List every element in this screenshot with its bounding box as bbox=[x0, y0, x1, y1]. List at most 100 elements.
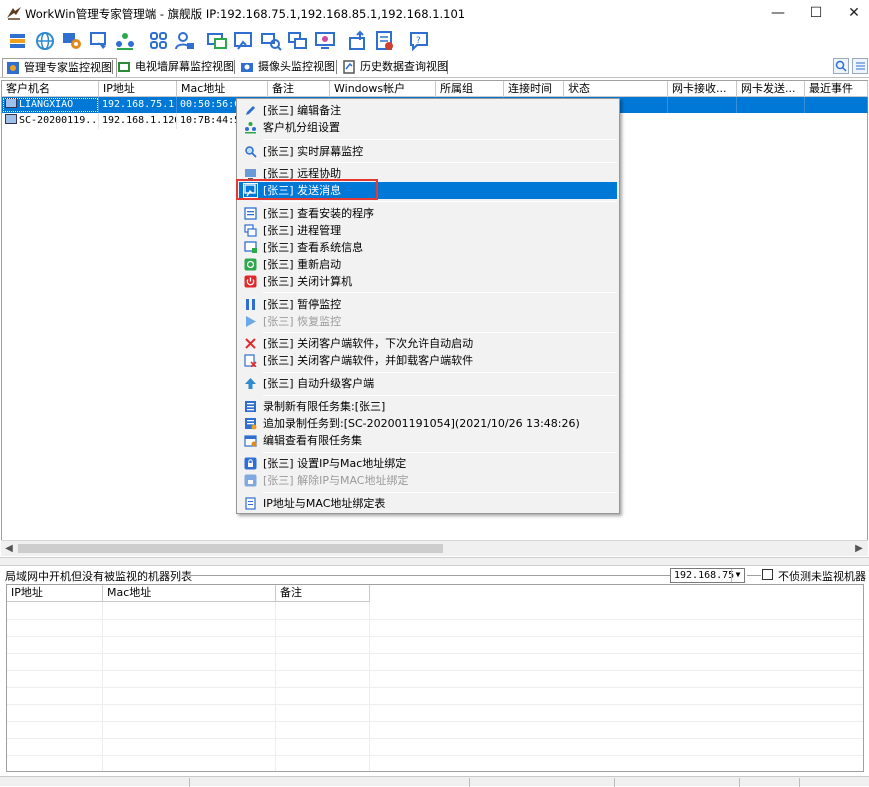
ip-cell: 192.168.1.120 bbox=[99, 113, 177, 129]
menu-item-send-message[interactable]: [张三] 发送消息 bbox=[239, 182, 617, 199]
remote-desktop-icon[interactable] bbox=[206, 30, 228, 52]
user-lock-icon[interactable] bbox=[174, 30, 196, 52]
menu-separator bbox=[263, 201, 617, 202]
computer-icon bbox=[5, 114, 17, 124]
col-header[interactable]: 所属组 bbox=[436, 81, 504, 97]
menu-separator bbox=[263, 452, 617, 453]
pause-icon bbox=[244, 298, 257, 311]
menu-item-auto-upgrade[interactable]: [张三] 自动升级客户端 bbox=[239, 375, 617, 392]
menu-item-process-manager[interactable]: [张三] 进程管理 bbox=[239, 222, 617, 239]
globe-icon[interactable] bbox=[34, 30, 56, 52]
divider bbox=[182, 575, 670, 576]
toolbar-separator bbox=[401, 31, 402, 51]
window-copy-icon[interactable] bbox=[287, 30, 309, 52]
client-name-cell: SC-20200119... bbox=[2, 113, 99, 129]
grid-horizontal-scrollbar[interactable]: ◀ ▶ bbox=[1, 540, 868, 556]
no-detect-checkbox[interactable] bbox=[762, 569, 773, 580]
menu-item-resume-monitor[interactable]: [张三] 恢复监控 bbox=[239, 313, 617, 330]
col-header[interactable]: 连接时间 bbox=[504, 81, 564, 97]
close-x-icon bbox=[244, 337, 257, 350]
stack-icon[interactable] bbox=[7, 30, 29, 52]
nic-send-cell bbox=[737, 97, 805, 113]
tab-tv-wall-view[interactable]: 电视墙屏幕监控视图 bbox=[114, 58, 238, 77]
search-computer-icon[interactable] bbox=[260, 30, 282, 52]
menu-item-edit-note[interactable]: [张三] 编辑备注 bbox=[239, 102, 617, 119]
grid-line bbox=[7, 619, 863, 620]
programs-icon bbox=[244, 207, 257, 220]
send-message-icon bbox=[243, 183, 258, 198]
menu-item-restart[interactable]: [张三] 重新启动 bbox=[239, 256, 617, 273]
tab-manager-monitor-view[interactable]: 管理专家监控视图 bbox=[2, 58, 117, 77]
col-header[interactable]: Mac地址 bbox=[177, 81, 268, 97]
minimize-button[interactable]: — bbox=[760, 0, 796, 26]
table-icon bbox=[244, 497, 257, 510]
col-header[interactable]: IP地址 bbox=[7, 585, 103, 602]
menu-item-bind-ip-mac[interactable]: [张三] 设置IP与Mac地址绑定 bbox=[239, 455, 617, 472]
system-info-icon bbox=[244, 241, 257, 254]
scrollbar-thumb[interactable] bbox=[18, 544, 443, 553]
group-icon bbox=[244, 121, 257, 134]
col-header[interactable]: 网卡发送... bbox=[737, 81, 805, 97]
list-view-icon[interactable] bbox=[852, 58, 868, 74]
grid-icon[interactable] bbox=[148, 30, 170, 52]
menu-item-edit-task-set[interactable]: 编辑查看有限任务集 bbox=[239, 432, 617, 449]
view-tabs: 管理专家监控视图 电视墙屏幕监控视图 摄像头监控视图 历史数据查询视图 bbox=[0, 56, 869, 78]
menu-item-remote-assist[interactable]: [张三] 远程协助 bbox=[239, 165, 617, 182]
menu-item-group-settings[interactable]: 客户机分组设置 bbox=[239, 119, 617, 136]
menu-item-record-task[interactable]: 录制新有限任务集:[张三] bbox=[239, 398, 617, 415]
col-header[interactable]: 网卡接收... bbox=[668, 81, 737, 97]
menu-item-uninstall-client[interactable]: [张三] 关闭客户端软件，并卸载客户端软件 bbox=[239, 352, 617, 369]
menu-item-unbind-ip-mac[interactable]: [张三] 解除IP与MAC地址绑定 bbox=[239, 472, 617, 489]
grid-line bbox=[7, 636, 863, 637]
col-header[interactable]: Mac地址 bbox=[103, 585, 276, 602]
tab-divider bbox=[336, 60, 337, 74]
search-icon[interactable] bbox=[833, 58, 849, 74]
unlock-icon bbox=[244, 474, 257, 487]
scroll-right-icon[interactable]: ▶ bbox=[851, 541, 867, 557]
chat-help-icon[interactable]: ? bbox=[408, 30, 430, 52]
users-settings-icon[interactable] bbox=[61, 30, 83, 52]
tab-divider bbox=[234, 60, 235, 74]
menu-item-shutdown[interactable]: [张三] 关闭计算机 bbox=[239, 273, 617, 290]
upload-icon[interactable] bbox=[347, 30, 369, 52]
camera-icon bbox=[240, 60, 254, 74]
menu-item-pause-monitor[interactable]: [张三] 暂停监控 bbox=[239, 296, 617, 313]
monitor-icon[interactable] bbox=[314, 30, 336, 52]
maximize-button[interactable]: ☐ bbox=[798, 0, 834, 26]
screen-monitor-icon[interactable] bbox=[88, 30, 110, 52]
toolbar-separator bbox=[340, 31, 341, 51]
col-header[interactable]: Windows帐户 bbox=[330, 81, 436, 97]
tab-camera-view[interactable]: 摄像头监控视图 bbox=[237, 58, 339, 77]
no-detect-label: 不侦测未监视机器 bbox=[778, 570, 866, 583]
scroll-left-icon[interactable]: ◀ bbox=[1, 541, 17, 557]
grid-header: 客户机名 IP地址 Mac地址 备注 Windows帐户 所属组 连接时间 状态… bbox=[2, 81, 868, 97]
ip-segment-select[interactable]: 192.168.75 ▼ bbox=[670, 568, 745, 583]
menu-item-realtime-screen[interactable]: [张三] 实时屏幕监控 bbox=[239, 143, 617, 160]
tab-history-view[interactable]: 历史数据查询视图 bbox=[339, 58, 452, 77]
pane-splitter[interactable] bbox=[0, 557, 869, 566]
chevron-down-icon: ▼ bbox=[731, 569, 744, 582]
tab-label: 电视墙屏幕监控视图 bbox=[135, 60, 234, 73]
report-icon[interactable] bbox=[374, 30, 396, 52]
menu-item-append-record[interactable]: 追加录制任务到:[SC-202001191054](2021/10/26 13:… bbox=[239, 415, 617, 432]
group-icon[interactable] bbox=[114, 30, 136, 52]
menu-item-binding-table[interactable]: IP地址与MAC地址绑定表 bbox=[239, 495, 617, 512]
process-icon bbox=[244, 224, 257, 237]
computer-icon bbox=[5, 98, 17, 108]
toolbar-separator bbox=[200, 31, 201, 51]
window-title: WorkWin管理专家管理端 - 旗舰版 IP:192.168.75.1,192… bbox=[25, 7, 466, 21]
menu-separator bbox=[263, 492, 617, 493]
close-button[interactable]: ✕ bbox=[836, 0, 869, 26]
menu-item-close-client[interactable]: [张三] 关闭客户端软件，下次允许自动启动 bbox=[239, 335, 617, 352]
restart-icon bbox=[244, 258, 257, 271]
col-header[interactable]: 客户机名 bbox=[2, 81, 99, 97]
menu-item-installed-programs[interactable]: [张三] 查看安装的程序 bbox=[239, 205, 617, 222]
col-header[interactable]: 备注 bbox=[276, 585, 370, 602]
menu-item-system-info[interactable]: [张三] 查看系统信息 bbox=[239, 239, 617, 256]
col-header[interactable]: 最近事件 bbox=[805, 81, 868, 97]
col-header[interactable]: 备注 bbox=[268, 81, 330, 97]
lock-icon bbox=[244, 457, 257, 470]
col-header[interactable]: IP地址 bbox=[99, 81, 177, 97]
col-header[interactable]: 状态 bbox=[564, 81, 668, 97]
send-message-icon[interactable] bbox=[233, 30, 255, 52]
